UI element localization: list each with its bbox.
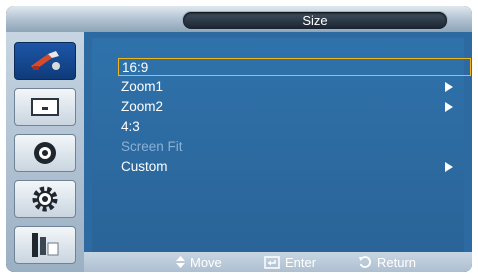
hint-return-label: Return <box>377 254 417 270</box>
hint-enter-label: Enter <box>285 254 317 270</box>
osd-window: Size 16:9 Zoom1 Zoom2 4:3 Screen Fit Cus… <box>6 6 472 272</box>
submenu-arrow-icon <box>445 82 453 92</box>
menu-item-zoom2[interactable]: Zoom2 <box>121 98 471 116</box>
hint-move: Move <box>176 254 222 270</box>
hint-enter: Enter <box>264 254 316 270</box>
hint-return: Return <box>358 254 416 270</box>
menu-item-zoom1[interactable]: Zoom1 <box>121 78 471 96</box>
up-down-arrow-icon <box>176 256 185 268</box>
menu-item-label: Zoom2 <box>121 99 164 114</box>
sidebar-item-picture[interactable] <box>14 42 76 80</box>
sidebar-item-multi-window[interactable] <box>14 226 76 264</box>
menu-title: Size <box>302 13 328 28</box>
hint-bar: Move Enter Return <box>84 252 472 272</box>
hint-move-label: Move <box>190 254 222 270</box>
menu-panel: 16:9 Zoom1 Zoom2 4:3 Screen Fit Custom <box>84 32 472 252</box>
submenu-arrow-icon <box>445 102 453 112</box>
sidebar <box>6 32 84 272</box>
screen-input-icon <box>31 98 59 116</box>
menu-item-label: Screen Fit <box>121 139 183 154</box>
sidebar-item-sound[interactable] <box>14 134 76 172</box>
sidebar-item-screen[interactable] <box>14 88 76 126</box>
sound-icon <box>34 142 56 164</box>
menu-item-label: 4:3 <box>121 119 140 134</box>
menu-item-16-9[interactable]: 16:9 <box>118 58 471 76</box>
picture-settings-icon <box>31 51 60 70</box>
enter-icon <box>264 255 280 269</box>
menu-item-label: Custom <box>121 159 168 174</box>
setup-gear-icon <box>32 186 58 212</box>
submenu-arrow-icon <box>445 162 453 172</box>
return-icon <box>359 256 371 268</box>
sidebar-item-setup[interactable] <box>14 180 76 218</box>
menu-item-label: 16:9 <box>122 60 149 75</box>
multi-window-icon <box>32 233 59 257</box>
menu-item-custom[interactable]: Custom <box>121 158 471 176</box>
menu-item-label: Zoom1 <box>121 79 164 94</box>
menu-item-screen-fit: Screen Fit <box>121 138 471 156</box>
title-pill: Size <box>182 11 448 30</box>
title-bar: Size <box>6 6 472 32</box>
menu-item-4-3[interactable]: 4:3 <box>121 118 471 136</box>
